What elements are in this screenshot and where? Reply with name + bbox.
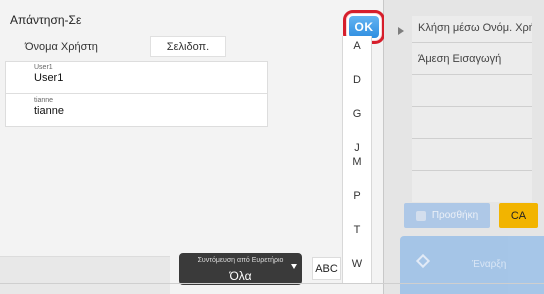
index-letter-j[interactable]: J [343, 142, 371, 154]
menu-item-empty [412, 74, 532, 106]
list-item-secondary: tianne [34, 97, 54, 104]
ok-label: OK [349, 16, 379, 38]
address-modal: Απάντηση-Σε OK Όνομα Χρήστη Σελιδοπ. Use… [0, 0, 385, 294]
chevron-down-icon [291, 264, 297, 269]
user-list: User1 User1 tianne tianne [5, 61, 268, 127]
expand-arrow-icon[interactable] [398, 27, 404, 35]
alphabet-index: A D G J M P T W [342, 36, 372, 284]
menu-item-direct-input[interactable]: Άμεση Εισαγωγή [412, 42, 532, 74]
index-letter-p[interactable]: P [343, 190, 371, 202]
index-letter-t[interactable]: T [343, 224, 371, 236]
list-item[interactable]: tianne tianne [6, 95, 267, 127]
index-filter-dropdown[interactable]: Συντόμευση από Ευρετήριο Όλα [179, 253, 302, 285]
ca-button[interactable]: CA [499, 203, 538, 228]
modal-title: Απάντηση-Σε [10, 13, 82, 27]
add-button-label: Προσθήκη [431, 210, 479, 221]
list-item-secondary: User1 [34, 64, 53, 71]
start-button-label: Έναρξη [472, 259, 507, 270]
list-item[interactable]: User1 User1 [6, 62, 267, 94]
menu-item-empty [412, 170, 532, 202]
menu-item-call-by-username[interactable]: Κλήση μέσω Ονόμ. Χρήστη [412, 16, 532, 42]
menu-item-empty [412, 106, 532, 138]
add-button[interactable]: Προσθήκη [404, 203, 490, 228]
bottom-divider [0, 283, 544, 284]
add-icon [415, 210, 426, 221]
menu-item-empty [412, 138, 532, 170]
list-item-primary: User1 [34, 72, 64, 84]
dropdown-value: Όλα [229, 269, 252, 283]
index-letter-g[interactable]: G [343, 108, 371, 120]
index-letter-d[interactable]: D [343, 74, 371, 86]
index-letter-w[interactable]: W [343, 258, 371, 270]
list-item-primary: tianne [34, 105, 64, 117]
index-letter-a[interactable]: A [343, 40, 371, 52]
diamond-icon [415, 253, 431, 269]
lower-left-area [0, 256, 170, 294]
dropdown-caption: Συντόμευση από Ευρετήριο [197, 257, 284, 264]
start-button[interactable]: Έναρξη [400, 236, 544, 294]
abc-button[interactable]: ABC [312, 257, 341, 280]
index-letter-m[interactable]: M [343, 156, 371, 168]
paging-button[interactable]: Σελιδοπ. [150, 36, 226, 57]
username-column-label: Όνομα Χρήστη [25, 41, 98, 53]
